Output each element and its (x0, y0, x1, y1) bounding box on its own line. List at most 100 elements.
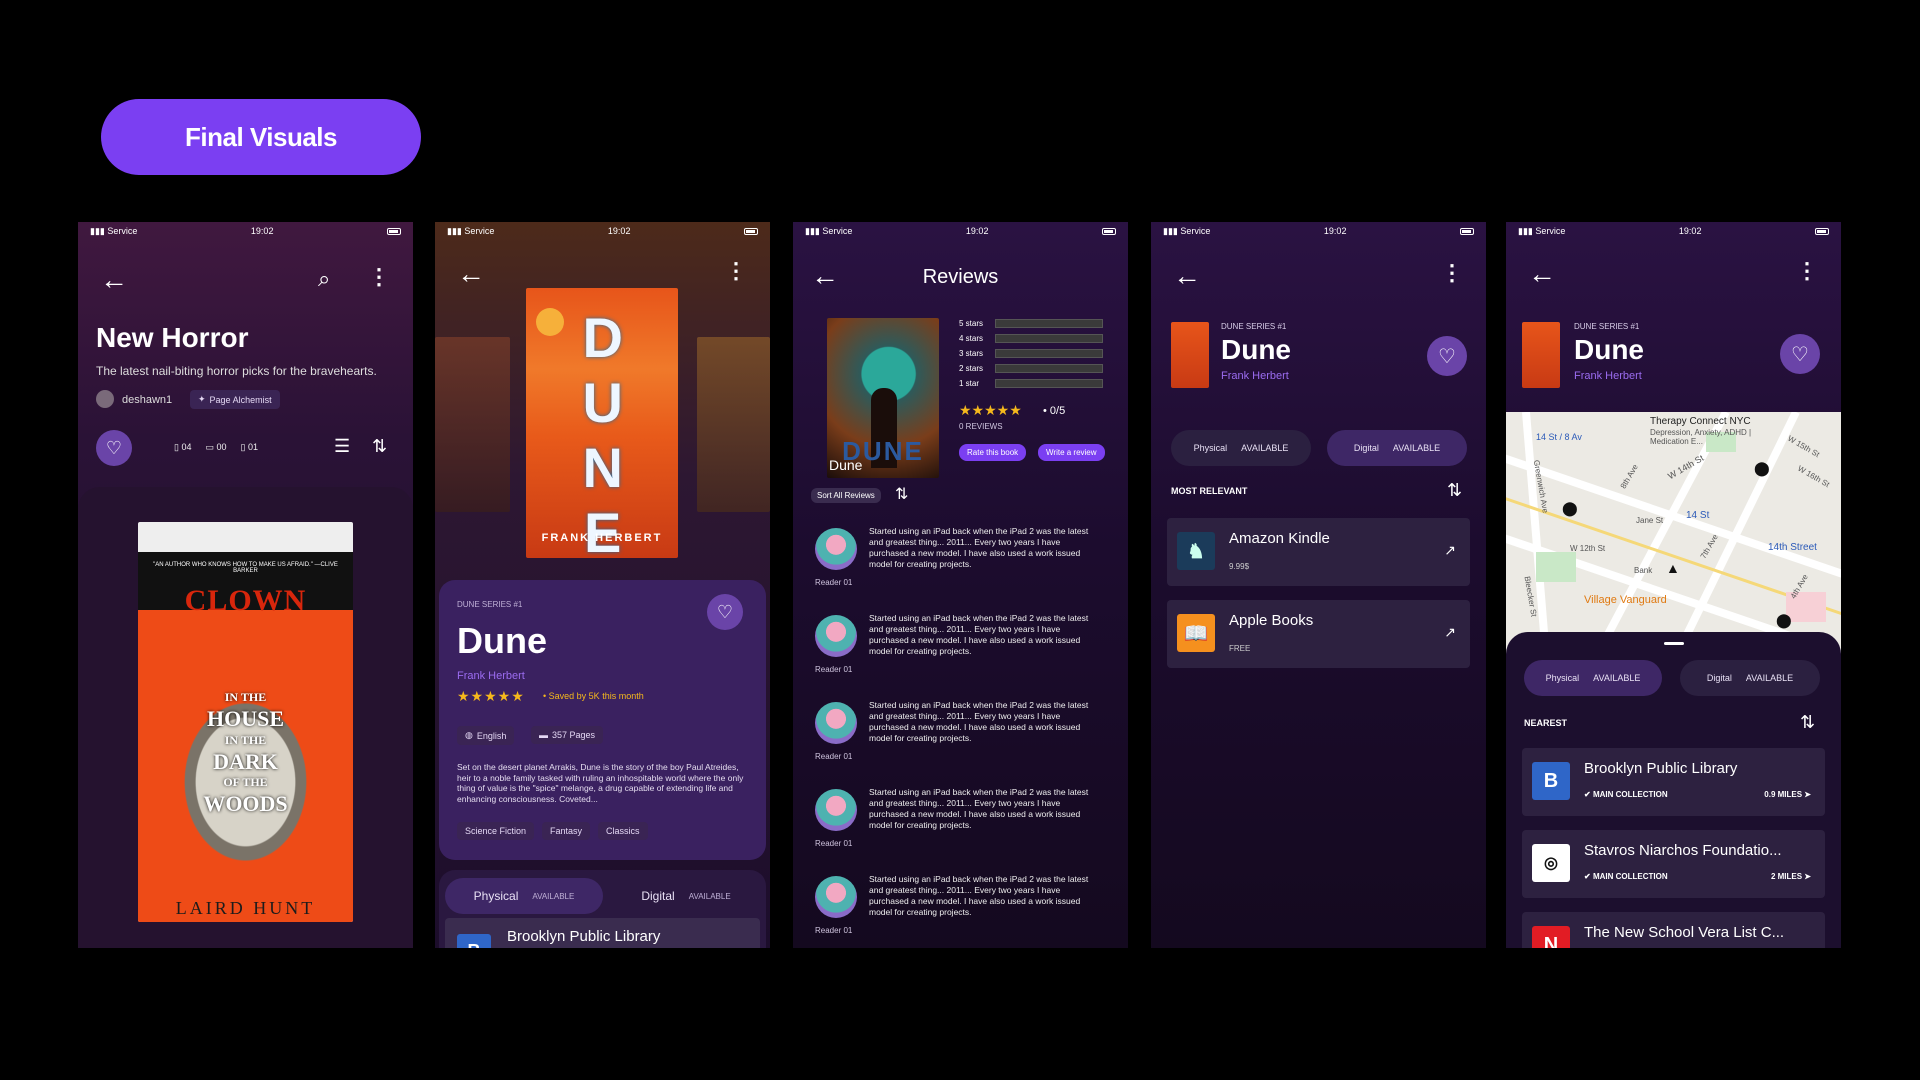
library-card[interactable]: B Brooklyn Public Library (445, 918, 760, 948)
book-thumbnail[interactable] (1171, 322, 1209, 388)
like-button[interactable]: ♡ (96, 430, 132, 466)
external-link-icon[interactable]: ↗ (1444, 542, 1456, 559)
share-icon: ▯ (240, 442, 246, 452)
page-title: New Horror (96, 322, 249, 353)
cover-top: CLOWN (184, 584, 307, 617)
distribution-row: 5 stars (959, 316, 1103, 331)
rating-stars: ★★★★★ (457, 688, 525, 704)
list-view-icon[interactable]: ☰ (334, 436, 350, 457)
saved-count: • Saved by 5K this month (543, 691, 644, 701)
map-pin-icon[interactable]: ⬤ (1562, 500, 1578, 517)
back-arrow-icon[interactable]: ← (1173, 262, 1201, 290)
reviewer-avatar[interactable] (815, 528, 857, 570)
book-icon: ▯ (174, 442, 179, 452)
page-title: Reviews (922, 266, 999, 288)
book-author[interactable]: Frank Herbert (1221, 370, 1289, 382)
page-subtitle: The latest nail-biting horror picks for … (96, 364, 377, 378)
map-label-street: Jane St (1636, 516, 1664, 525)
username[interactable]: deshawn1 (122, 394, 172, 406)
sort-icon[interactable]: ⇅ (1447, 480, 1462, 501)
review-item: Reader 01 Started using an iPad back when… (813, 870, 1108, 948)
reviewer-avatar[interactable] (815, 876, 857, 918)
genre-tag[interactable]: Science Fiction (457, 822, 535, 840)
external-link-icon[interactable]: ↗ (1444, 624, 1456, 641)
more-options-icon[interactable]: ⋮ (368, 266, 390, 288)
language-chip: ◍ English (457, 726, 515, 745)
book-cover[interactable]: DUNE (827, 318, 939, 478)
back-arrow-icon[interactable]: ← (1528, 260, 1556, 288)
write-review-button[interactable]: Write a review (1038, 444, 1105, 461)
navigation-arrow-icon: ➤ (1804, 872, 1811, 881)
map-pin-icon[interactable]: ⬤ (1754, 460, 1770, 477)
physical-tab[interactable]: Physical AVAILABLE (1524, 660, 1662, 696)
more-options-icon[interactable]: ⋮ (1796, 260, 1818, 282)
digital-tab[interactable]: Digital AVAILABLE (1680, 660, 1820, 696)
book-cover[interactable]: DUNE FRANK HERBERT (526, 288, 678, 558)
map-pin-icon[interactable]: ⬤ (1776, 612, 1792, 629)
library-name: Brooklyn Public Library (507, 928, 661, 945)
map-label-street: W 12th St (1570, 544, 1606, 553)
reviewer-name: Reader 01 (815, 665, 853, 674)
book-author[interactable]: Frank Herbert (1574, 370, 1642, 382)
book-cover[interactable]: "AN AUTHOR WHO KNOWS HOW TO MAKE US AFRA… (138, 522, 353, 922)
more-options-icon[interactable]: ⋮ (1441, 262, 1463, 284)
stat-comments: ▭ 00 (205, 442, 227, 452)
digital-tab[interactable]: Digital AVAILABLE (1327, 430, 1467, 466)
avatar[interactable] (96, 390, 114, 408)
sort-icon[interactable]: ⇅ (895, 484, 908, 504)
physical-tab[interactable]: Physical AVAILABLE (1171, 430, 1311, 466)
library-card[interactable]: ◎ Stavros Niarchos Foundatio... ✔ MAIN C… (1522, 830, 1825, 898)
map-label-therapy: Therapy Connect NYC (1650, 416, 1751, 427)
next-book-cover[interactable] (697, 337, 770, 512)
signal-icon: ▮▮▮ (1163, 225, 1178, 236)
reviewer-avatar[interactable] (815, 615, 857, 657)
map[interactable]: Therapy Connect NYC Depression, Anxiety,… (1506, 412, 1841, 657)
sort-icon[interactable]: ⇅ (372, 436, 387, 457)
store-price: FREE (1229, 644, 1251, 653)
map-label-venue: Village Vanguard (1584, 594, 1667, 606)
favorite-button[interactable]: ♡ (707, 594, 743, 630)
cover-author: FRANK HERBERT (541, 532, 663, 544)
book-thumbnail[interactable] (1522, 322, 1560, 388)
status-bar: ▮▮▮ Service 19:02 (1506, 222, 1841, 240)
back-arrow-icon[interactable]: ← (100, 266, 128, 294)
favorite-button[interactable]: ♡ (1427, 336, 1467, 376)
series-label: DUNE SERIES #1 (1221, 322, 1287, 331)
distribution-row: 1 star (959, 376, 1103, 391)
screen-nearby-libraries: ▮▮▮ Service 19:02 ← ⋮ DUNE SERIES #1 Dune… (1506, 222, 1841, 948)
store-card-apple-books[interactable]: 📖 Apple Books FREE ↗ (1167, 600, 1470, 668)
review-text: Started using an iPad back when the iPad… (869, 874, 1089, 917)
sort-icon[interactable]: ⇅ (1800, 712, 1815, 733)
store-card-kindle[interactable]: ♞ Amazon Kindle 9.99$ ↗ (1167, 518, 1470, 586)
sheet-handle[interactable] (1664, 642, 1684, 645)
rating-stars: ★★★★★ (959, 402, 1022, 418)
pages-chip: ▬ 357 Pages (531, 726, 604, 744)
physical-tab[interactable]: Physical AVAILABLE (445, 878, 603, 914)
apple-books-icon: 📖 (1177, 614, 1215, 652)
prev-book-cover[interactable] (435, 337, 510, 512)
book-title: Dune (1574, 334, 1644, 365)
library-logo-icon: B (457, 934, 491, 948)
rate-book-button[interactable]: Rate this book (959, 444, 1027, 461)
genre-tag[interactable]: Fantasy (542, 822, 591, 840)
battery-icon (1814, 227, 1829, 235)
sort-reviews-button[interactable]: Sort All Reviews (811, 488, 881, 503)
back-arrow-icon[interactable]: ← (457, 260, 485, 288)
book-author[interactable]: Frank Herbert (457, 670, 525, 682)
search-icon[interactable]: ⌕ (318, 266, 330, 292)
battery-icon (1101, 227, 1116, 235)
library-card[interactable]: B Brooklyn Public Library ✔ MAIN COLLECT… (1522, 748, 1825, 816)
genre-tag[interactable]: Classics (598, 822, 648, 840)
reviewer-avatar[interactable] (815, 702, 857, 744)
clock: 19:02 (965, 226, 989, 236)
clock: 19:02 (250, 226, 274, 236)
cover-label: Dune (829, 457, 863, 473)
library-card[interactable]: N The New School Vera List C... (1522, 912, 1825, 948)
user-badge: ✦ Page Alchemist (190, 390, 280, 409)
more-options-icon[interactable]: ⋮ (725, 260, 747, 282)
signal-icon: ▮▮▮ (805, 225, 820, 236)
reviewer-avatar[interactable] (815, 789, 857, 831)
favorite-button[interactable]: ♡ (1780, 334, 1820, 374)
digital-tab[interactable]: Digital AVAILABLE (607, 878, 765, 914)
navigation-arrow-icon: ➤ (1804, 790, 1811, 799)
